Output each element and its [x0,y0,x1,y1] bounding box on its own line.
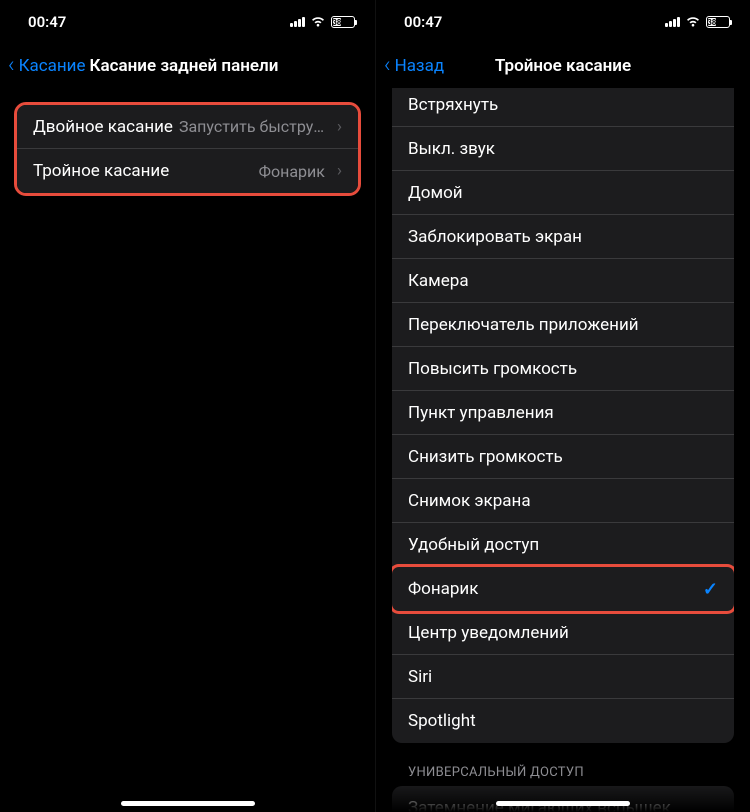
option-row[interactable]: Встряхнуть [392,88,734,127]
wifi-icon [310,16,326,28]
status-bar: 00:47 38 [0,0,375,44]
option-row[interactable]: Центр уведомлений [392,611,734,655]
home-indicator[interactable] [121,801,255,806]
option-label: Повысить громкость [408,359,577,379]
option-label: Пункт управления [408,403,554,423]
option-label: Камера [408,271,469,291]
back-button[interactable]: ‹ Касание [8,55,86,77]
option-row[interactable]: Пункт управления [392,391,734,435]
option-label: Удобный доступ [408,535,539,555]
row-value: Фонарик [175,162,325,181]
section-header: УНИВЕРСАЛЬНЫЙ ДОСТУП [376,743,750,786]
option-label: Siri [408,667,432,687]
cellular-icon [665,17,680,27]
option-row[interactable]: Заблокировать экран [392,215,734,259]
back-label: Касание [19,56,86,76]
phone-right: 00:47 38 ‹ Назад Тройное касание Встряхн… [375,0,750,812]
status-time: 00:47 [404,13,442,31]
status-bar: 00:47 38 [376,0,750,44]
nav-bar: ‹ Касание Касание задней панели [0,44,375,88]
option-row[interactable]: Siri [392,655,734,699]
home-indicator[interactable] [496,801,630,806]
chevron-left-icon: ‹ [8,55,15,77]
chevron-right-icon: › [337,161,342,181]
option-row[interactable]: Камера [392,259,734,303]
page-title: Тройное касание [495,56,631,76]
status-time: 00:47 [28,13,66,31]
option-label: Заблокировать экран [408,227,582,247]
row-value: Запустить быструю ком… [179,117,325,136]
wifi-icon [685,16,701,28]
cellular-icon [290,17,305,27]
battery-icon: 38 [706,16,730,28]
option-row[interactable]: Затемнение мигающих вспышек [392,786,734,812]
option-row[interactable]: Фонарик ✓ [392,567,734,611]
option-label: Встряхнуть [408,95,498,115]
nav-bar: ‹ Назад Тройное касание [376,44,750,88]
options-list-2: Затемнение мигающих вспышекКлассическая … [392,786,734,812]
option-label: Фонарик [408,579,478,599]
option-label: Переключатель приложений [408,315,639,335]
options-list: Встряхнуть Выкл. звук Домой Заблокировать э… [392,88,734,743]
option-row[interactable]: Переключатель приложений [392,303,734,347]
options-scroll[interactable]: Встряхнуть Выкл. звук Домой Заблокировать э… [376,88,750,812]
row-triple-tap[interactable]: Тройное касание Фонарик › [17,149,358,193]
row-label: Тройное касание [33,161,169,181]
option-row[interactable]: Выкл. звук [392,127,734,171]
option-label: Снизить громкость [408,447,563,467]
back-label: Назад [395,56,445,76]
status-right: 38 [665,16,730,28]
battery-icon: 38 [331,16,355,28]
highlight-box: Фонарик ✓ [392,564,734,614]
option-label: Выкл. звук [408,139,495,159]
back-button[interactable]: ‹ Назад [384,55,444,77]
option-row[interactable]: Снимок экрана [392,479,734,523]
row-double-tap[interactable]: Двойное касание Запустить быструю ком… › [17,105,358,149]
chevron-right-icon: › [337,117,342,137]
option-label: Снимок экрана [408,491,531,511]
option-row[interactable]: Домой [392,171,734,215]
option-label: Домой [408,183,463,203]
status-right: 38 [290,16,355,28]
chevron-left-icon: ‹ [384,55,391,77]
row-label: Двойное касание [33,117,173,137]
checkmark-icon: ✓ [703,579,718,600]
option-row[interactable]: Удобный доступ [392,523,734,567]
option-row[interactable]: Снизить громкость [392,435,734,479]
highlight-box: Двойное касание Запустить быструю ком… ›… [14,102,361,196]
option-label: Центр уведомлений [408,623,569,643]
page-title: Касание задней панели [90,56,279,76]
option-row[interactable]: Повысить громкость [392,347,734,391]
option-label: Spotlight [408,711,476,731]
phone-left: 00:47 38 ‹ Касание Касание задней панели… [0,0,375,812]
option-row[interactable]: Spotlight [392,699,734,743]
settings-group: Двойное касание Запустить быструю ком… ›… [17,105,358,193]
